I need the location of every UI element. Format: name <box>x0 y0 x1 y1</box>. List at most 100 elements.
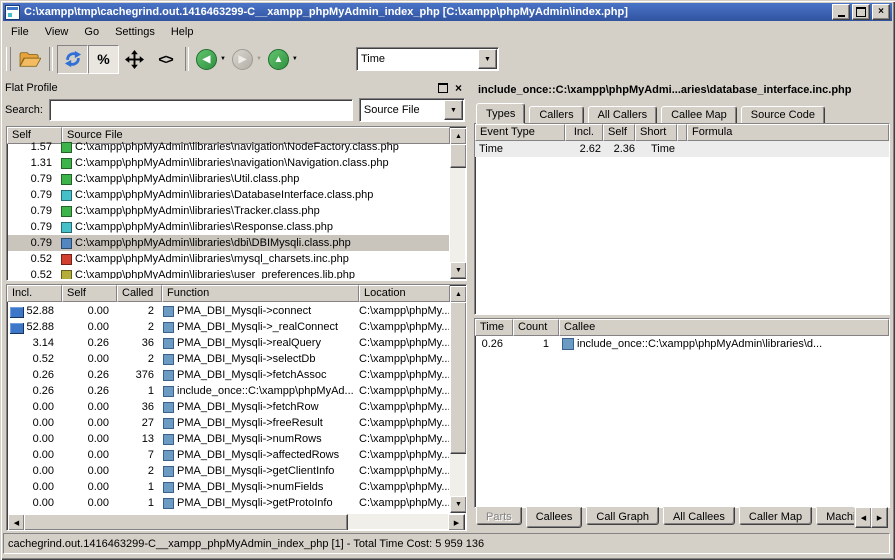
tab-all-callees[interactable]: All Callees <box>663 507 735 525</box>
menu-file[interactable]: File <box>3 23 37 41</box>
percent-toggle-button[interactable]: % <box>88 45 119 74</box>
combo-dropdown-button[interactable]: ▼ <box>444 100 463 120</box>
file-list-row[interactable]: 0.79C:\xampp\phpMyAdmin\libraries\Respon… <box>8 219 449 235</box>
tab-scroll-right-button[interactable]: ▶ <box>871 507 888 528</box>
file-list-row[interactable]: 0.79C:\xampp\phpMyAdmin\libraries\Databa… <box>8 187 449 203</box>
function-table-row[interactable]: 3.140.2636PMA_DBI_Mysqli->realQueryC:\xa… <box>8 335 449 351</box>
column-header-location[interactable]: Location <box>359 285 450 302</box>
callees-table-rows: 0.261include_once::C:\xampp\phpMyAdmin\l… <box>475 336 889 352</box>
column-header-self[interactable]: Self <box>603 124 635 141</box>
up-dropdown-icon[interactable]: ▼ <box>292 56 298 62</box>
function-table-row[interactable]: 0.000.007PMA_DBI_Mysqli->affectedRowsC:\… <box>8 447 449 463</box>
scroll-left-button[interactable]: ◀ <box>8 514 25 531</box>
column-header-incl[interactable]: Incl. <box>565 124 603 141</box>
file-list-row[interactable]: 0.79C:\xampp\phpMyAdmin\libraries\dbi\DB… <box>8 235 449 251</box>
scroll-up-button[interactable]: ▲ <box>450 128 467 145</box>
group-combobox[interactable]: Source File ▼ <box>359 98 465 122</box>
file-list-row[interactable]: 0.52C:\xampp\phpMyAdmin\libraries\user_p… <box>8 267 449 279</box>
column-header-event-type[interactable]: Event Type <box>475 124 565 141</box>
minimize-button[interactable] <box>832 4 850 20</box>
column-header-formula[interactable]: Formula <box>687 124 889 141</box>
title-bar[interactable]: C:\xampp\tmp\cachegrind.out.1416463299-C… <box>3 3 892 21</box>
scrollbar-thumb[interactable] <box>450 302 467 454</box>
cycle-detection-button[interactable] <box>119 45 150 74</box>
file-list-vscrollbar[interactable]: ▲ ▼ <box>450 128 465 279</box>
flat-profile-dock-titlebar[interactable]: Flat Profile × <box>5 80 465 96</box>
tab-all-callers[interactable]: All Callers <box>588 106 658 124</box>
function-table-row[interactable]: 0.000.0036PMA_DBI_Mysqli->fetchRowC:\xam… <box>8 399 449 415</box>
callee-table-row[interactable]: 0.261include_once::C:\xampp\phpMyAdmin\l… <box>475 336 889 352</box>
tab-callers[interactable]: Callers <box>529 106 583 124</box>
open-file-button[interactable] <box>14 45 45 74</box>
file-list-row[interactable]: 0.79C:\xampp\phpMyAdmin\libraries\Tracke… <box>8 203 449 219</box>
function-table-row[interactable]: 0.520.002PMA_DBI_Mysqli->selectDbC:\xamp… <box>8 351 449 367</box>
incl-value: 52.88 <box>8 321 62 333</box>
scroll-down-button[interactable]: ▼ <box>450 262 467 279</box>
event-type-combobox[interactable]: Time ▼ <box>356 47 499 71</box>
function-table-row[interactable]: 0.000.002PMA_DBI_Mysqli->getClientInfoC:… <box>8 463 449 479</box>
close-button[interactable]: × <box>872 4 890 20</box>
scroll-up-button[interactable]: ▲ <box>450 286 467 303</box>
location-value: C:\xampp\phpMy... <box>359 433 449 445</box>
menu-help[interactable]: Help <box>163 23 202 41</box>
column-header-called[interactable]: Called <box>117 285 162 302</box>
column-header-self[interactable]: Self <box>62 285 117 302</box>
incl-value: 0.00 <box>8 497 62 509</box>
file-list-row[interactable]: 0.79C:\xampp\phpMyAdmin\libraries\Util.c… <box>8 171 449 187</box>
function-table-row[interactable]: 52.880.002PMA_DBI_Mysqli->_realConnectC:… <box>8 319 449 335</box>
tab-types[interactable]: Types <box>476 103 525 124</box>
reload-button[interactable] <box>57 45 88 74</box>
function-table-row[interactable]: 0.000.001PMA_DBI_Mysqli->getProtoInfoC:\… <box>8 495 449 511</box>
function-table-row[interactable]: 52.880.002PMA_DBI_Mysqli->connectC:\xamp… <box>8 303 449 319</box>
file-list-row[interactable]: 0.52C:\xampp\phpMyAdmin\libraries\mysql_… <box>8 251 449 267</box>
tab-callees[interactable]: Callees <box>526 507 583 528</box>
tab-call-graph[interactable]: Call Graph <box>586 507 659 525</box>
incl-value: 0.26 <box>8 385 62 397</box>
function-table-row[interactable]: 0.260.261include_once::C:\xampp\phpMyAd.… <box>8 383 449 399</box>
column-header-short[interactable]: Short <box>635 124 677 141</box>
column-header-incl[interactable]: Incl. <box>7 285 62 302</box>
column-header-time[interactable]: Time <box>475 319 513 336</box>
tab-scroll-left-button[interactable]: ◀ <box>855 507 872 528</box>
tab-machine[interactable]: Machine <box>816 507 854 525</box>
scroll-down-button[interactable]: ▼ <box>450 496 467 513</box>
file-list-row[interactable]: 1.57C:\xampp\phpMyAdmin\libraries\naviga… <box>8 139 449 155</box>
column-header-callee[interactable]: Callee <box>559 319 889 336</box>
shorten-templates-button[interactable]: <> <box>150 45 181 74</box>
up-button[interactable]: ▲ ▼ <box>268 49 298 70</box>
scrollbar-thumb[interactable] <box>24 514 348 531</box>
function-table-row[interactable]: 0.000.001PMA_DBI_Mysqli->numFieldsC:\xam… <box>8 479 449 495</box>
function-table-vscrollbar[interactable]: ▲ ▼ <box>450 286 465 513</box>
back-button[interactable]: ◀ ▼ <box>196 49 226 70</box>
source-file-path: C:\xampp\phpMyAdmin\libraries\dbi\DBIMys… <box>75 237 351 249</box>
column-header-function[interactable]: Function <box>162 285 359 302</box>
menu-go[interactable]: Go <box>76 23 107 41</box>
file-list-row[interactable]: 1.31C:\xampp\phpMyAdmin\libraries\naviga… <box>8 155 449 171</box>
function-cell: PMA_DBI_Mysqli->numRows <box>162 433 359 445</box>
tab-callee-map[interactable]: Callee Map <box>661 106 737 124</box>
search-input[interactable] <box>49 99 353 121</box>
dock-close-button[interactable]: × <box>452 82 465 94</box>
self-value: 0.79 <box>8 205 60 217</box>
function-table-hscrollbar[interactable]: ◀ ▶ <box>8 514 465 529</box>
tab-caller-map[interactable]: Caller Map <box>739 507 812 525</box>
tab-source-code[interactable]: Source Code <box>741 106 825 124</box>
forward-button[interactable]: ▶ ▼ <box>232 49 262 70</box>
source-file-path: C:\xampp\phpMyAdmin\libraries\navigation… <box>75 141 399 153</box>
types-table-row[interactable]: Time2.622.36Time <box>475 141 889 157</box>
column-header-count[interactable]: Count <box>513 319 559 336</box>
function-table-row[interactable]: 0.260.26376PMA_DBI_Mysqli->fetchAssocC:\… <box>8 367 449 383</box>
column-header-blank[interactable] <box>677 124 687 141</box>
back-dropdown-icon[interactable]: ▼ <box>220 56 226 62</box>
reload-icon <box>64 50 82 68</box>
toolbar-handle[interactable] <box>6 47 11 71</box>
dock-float-button[interactable] <box>436 82 449 94</box>
scrollbar-thumb[interactable] <box>450 144 467 168</box>
combo-dropdown-button[interactable]: ▼ <box>478 49 497 69</box>
menu-view[interactable]: View <box>37 23 77 41</box>
scroll-right-button[interactable]: ▶ <box>448 514 465 531</box>
function-table-row[interactable]: 0.000.0027PMA_DBI_Mysqli->freeResultC:\x… <box>8 415 449 431</box>
menu-settings[interactable]: Settings <box>107 23 163 41</box>
function-table-row[interactable]: 0.000.0013PMA_DBI_Mysqli->numRowsC:\xamp… <box>8 431 449 447</box>
maximize-button[interactable] <box>852 4 870 20</box>
